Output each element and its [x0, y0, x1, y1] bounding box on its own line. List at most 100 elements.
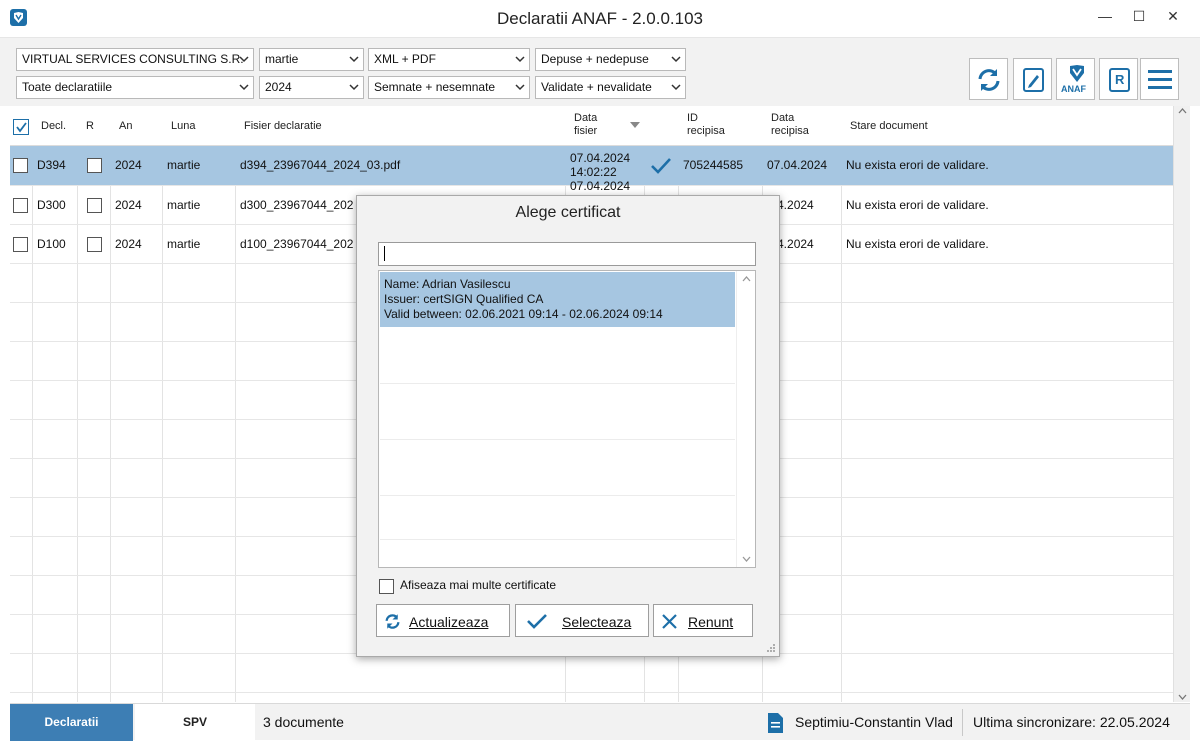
show-more-certificates-label[interactable]: Afiseaza mai multe certificate	[400, 578, 556, 592]
list-divider	[380, 439, 735, 440]
certificate-validity: Valid between: 02.06.2021 09:14 - 02.06.…	[384, 307, 663, 321]
format-select[interactable]: XML + PDF	[368, 48, 530, 71]
certificate-search-input[interactable]	[378, 242, 756, 266]
chevron-down-icon	[671, 49, 681, 70]
declarations-select[interactable]: Toate declaratiile	[16, 76, 254, 99]
refresh-icon	[385, 614, 400, 629]
cancel-button[interactable]: Renunt	[653, 604, 753, 637]
list-divider	[380, 383, 735, 384]
cell-luna: martie	[167, 158, 201, 172]
list-divider	[380, 495, 735, 496]
company-value: VIRTUAL SERVICES CONSULTING S.R.	[22, 52, 244, 66]
column-header-id-recipisa[interactable]: ID recipisa	[681, 106, 762, 146]
signed-check-icon	[651, 158, 671, 174]
column-header-id-recipisa-line2: recipisa	[687, 125, 725, 137]
scroll-down-icon[interactable]	[1178, 694, 1187, 700]
column-header-fisier[interactable]: Fisier declaratie	[238, 106, 565, 146]
column-header-stare[interactable]: Stare document	[844, 106, 1164, 146]
column-header-data-recipisa-line1: Data	[771, 112, 795, 124]
cell-stare: Nu exista erori de validare.	[846, 198, 989, 212]
row-r-checkbox[interactable]	[87, 237, 102, 252]
choose-certificate-dialog: Alege certificat Name: Adrian Vasilescu …	[356, 195, 780, 657]
select-certificate-button[interactable]: Selecteaza	[515, 604, 649, 637]
text-caret	[384, 246, 385, 261]
cell-stare: Nu exista erori de validare.	[846, 237, 989, 251]
column-header-data-fisier[interactable]: Data fisier	[568, 106, 644, 146]
sort-down-icon	[630, 122, 640, 128]
signed-select[interactable]: Semnate + nesemnate	[368, 76, 530, 99]
recipisa-button[interactable]: R	[1099, 58, 1138, 100]
year-select[interactable]: 2024	[259, 76, 364, 99]
column-header-data-recipisa-line2: recipisa	[771, 125, 809, 137]
select-all-checkbox[interactable]	[13, 119, 29, 135]
row-select-checkbox[interactable]	[13, 237, 28, 252]
column-header-r[interactable]: R	[80, 106, 110, 146]
maximize-button[interactable]: ☐	[1124, 4, 1154, 28]
close-button[interactable]: ✕	[1158, 4, 1188, 28]
year-value: 2024	[265, 80, 292, 94]
checkmark-icon	[16, 122, 27, 133]
cell-data-recipisa: 07.04.2024	[767, 158, 828, 172]
cell-luna: martie	[167, 237, 201, 251]
certificate-list: Name: Adrian Vasilescu Issuer: certSIGN …	[378, 270, 756, 568]
validated-select[interactable]: Validate + nevalidate	[535, 76, 686, 99]
show-more-certificates-checkbox[interactable]	[379, 579, 394, 594]
anaf-button[interactable]: ANAF	[1056, 58, 1095, 100]
tab-spv[interactable]: SPV	[135, 704, 255, 741]
refresh-certificates-button[interactable]: Actualizeaza	[376, 604, 510, 637]
company-select[interactable]: VIRTUAL SERVICES CONSULTING S.R.	[16, 48, 254, 71]
cell-an: 2024	[115, 198, 142, 212]
scroll-up-icon[interactable]	[742, 276, 751, 282]
recipisa-label: R	[1115, 72, 1125, 87]
cell-id-recipisa: 705244585	[683, 158, 744, 172]
column-header-luna[interactable]: Luna	[165, 106, 235, 146]
certificate-name: Name: Adrian Vasilescu	[384, 277, 511, 291]
sync-button[interactable]	[969, 58, 1008, 100]
title-bar: Declaratii ANAF - 2.0.0.103 — ☐ ✕	[0, 0, 1200, 38]
scroll-down-icon[interactable]	[742, 556, 751, 562]
certificate-list-scrollbar[interactable]	[736, 271, 755, 567]
resize-grip-icon[interactable]	[766, 643, 776, 653]
close-icon	[662, 614, 677, 629]
row-divider	[10, 692, 1173, 693]
cell-fisier[interactable]: d394_23967044_2024_03.pdf	[235, 146, 565, 185]
chevron-down-icon	[239, 49, 249, 70]
submitted-select[interactable]: Depuse + nedepuse	[535, 48, 686, 71]
chevron-down-icon	[349, 49, 359, 70]
format-value: XML + PDF	[374, 52, 436, 66]
user-document-icon	[768, 713, 783, 733]
cell-decl: D100	[37, 237, 66, 251]
row-select-checkbox[interactable]	[13, 158, 28, 173]
checkmark-icon	[527, 614, 547, 629]
certificate-item[interactable]: Name: Adrian Vasilescu Issuer: certSIGN …	[380, 272, 735, 327]
row-select-checkbox[interactable]	[13, 198, 28, 213]
month-value: martie	[265, 52, 299, 66]
current-user: Septimiu-Constantin Vlad	[795, 714, 953, 730]
status-separator	[962, 709, 963, 736]
column-header-data-recipisa[interactable]: Data recipisa	[765, 106, 841, 146]
cell-luna: martie	[167, 198, 201, 212]
cell-data-fisier-date: 07.04.2024	[570, 151, 631, 165]
chevron-down-icon	[515, 77, 525, 98]
cell-data-fisier-time: 14:02:22	[570, 165, 617, 179]
menu-button[interactable]	[1140, 58, 1179, 100]
cell-stare: Nu exista erori de validare.	[846, 158, 989, 172]
grid-vertical-scrollbar[interactable]	[1173, 106, 1190, 702]
hamburger-menu-icon	[1148, 70, 1172, 89]
cell-an: 2024	[115, 237, 142, 251]
scroll-up-icon[interactable]	[1178, 108, 1187, 114]
column-header-an[interactable]: An	[113, 106, 162, 146]
minimize-button[interactable]: —	[1090, 4, 1120, 28]
row-r-checkbox[interactable]	[87, 158, 102, 173]
refresh-icon	[978, 69, 1000, 91]
anaf-label: ANAF	[1061, 84, 1086, 94]
column-header-decl[interactable]: Decl.	[35, 106, 77, 146]
dialog-title: Alege certificat	[515, 204, 621, 221]
tab-declaratii[interactable]: Declaratii	[10, 704, 133, 741]
window-title: Declaratii ANAF - 2.0.0.103	[497, 9, 703, 28]
month-select[interactable]: martie	[259, 48, 364, 71]
chevron-down-icon	[671, 77, 681, 98]
row-r-checkbox[interactable]	[87, 198, 102, 213]
sign-button[interactable]	[1013, 58, 1052, 100]
declarations-value: Toate declaratiile	[22, 80, 113, 94]
